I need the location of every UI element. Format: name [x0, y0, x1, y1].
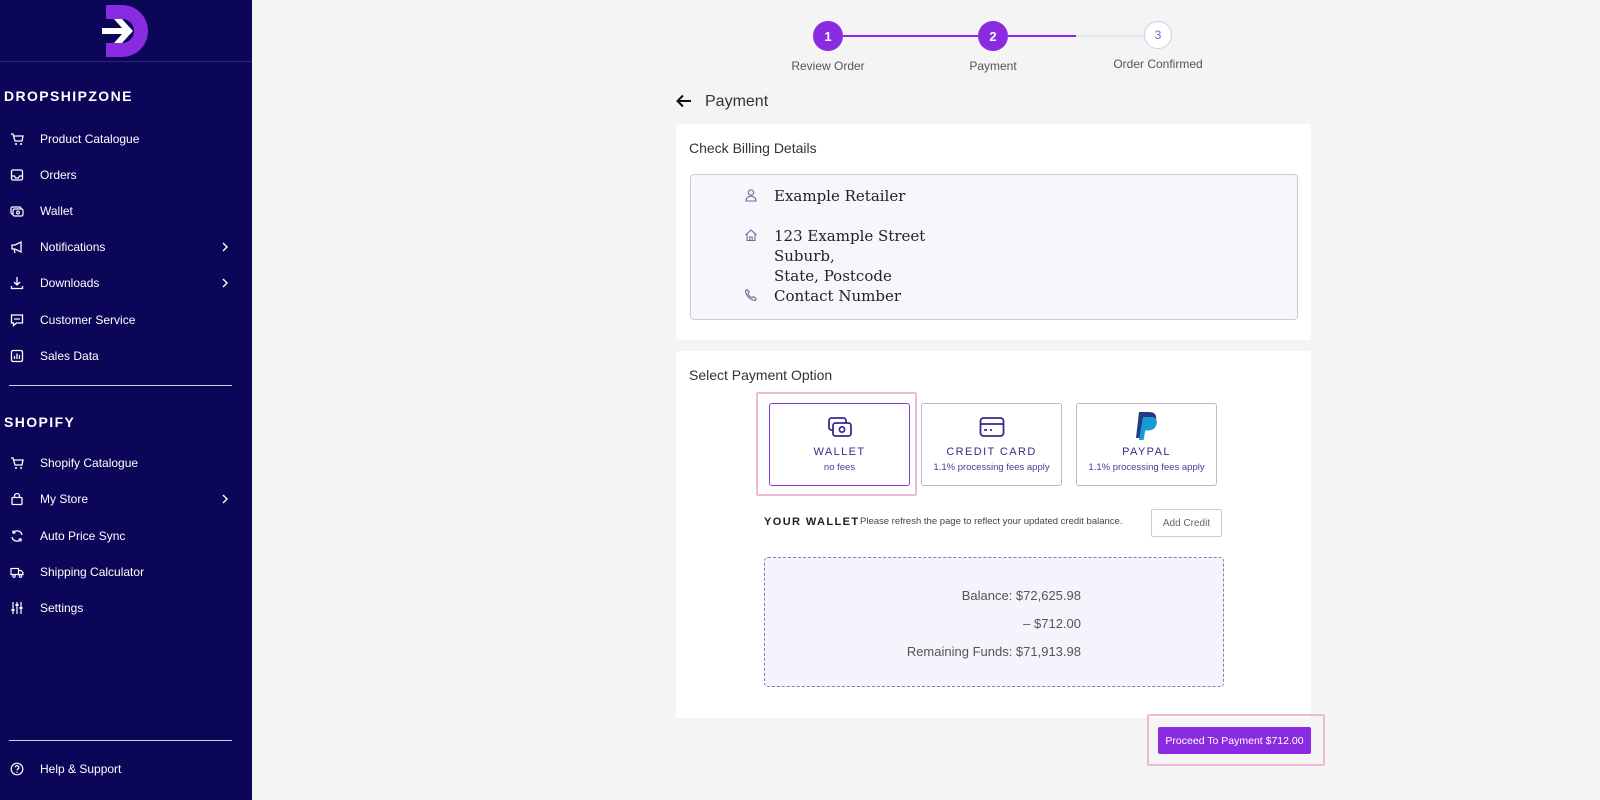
sidebar-item-label: Shopify Catalogue: [40, 456, 139, 470]
page-title: Payment: [705, 93, 769, 110]
paypal-icon: [1135, 412, 1157, 440]
sidebar-item-label: Notifications: [40, 240, 106, 254]
sidebar-item-label: Wallet: [40, 204, 73, 218]
chat-icon: [10, 314, 24, 327]
sidebar-item-label: Sales Data: [40, 349, 99, 363]
step-1-label: Review Order: [791, 59, 865, 73]
billing-address-line1: 123 Example Street: [774, 227, 926, 245]
sidebar-item-orders[interactable]: Orders: [0, 160, 252, 190]
step-3-circle: 3: [1144, 21, 1172, 49]
sidebar-item-shopify-catalogue[interactable]: Shopify Catalogue: [0, 448, 252, 478]
truck-icon: [10, 567, 24, 578]
sidebar: DROPSHIPZONE Product Catalogue Orders Wa…: [0, 0, 252, 800]
sidebar-item-shipping-calculator[interactable]: Shipping Calculator: [0, 557, 252, 587]
back-arrow-icon[interactable]: [676, 94, 692, 108]
add-credit-button[interactable]: Add Credit: [1151, 509, 1222, 537]
sidebar-item-notifications[interactable]: Notifications: [0, 232, 252, 262]
logo[interactable]: [0, 0, 252, 62]
section-title-shopify: SHOPIFY: [4, 414, 76, 430]
billing-contact: Contact Number: [774, 287, 901, 305]
step-2-label: Payment: [969, 59, 1017, 73]
billing-address-line3: State, Postcode: [774, 267, 892, 285]
billing-heading: Check Billing Details: [689, 140, 817, 156]
chevron-right-icon: [222, 278, 228, 288]
sidebar-item-downloads[interactable]: Downloads: [0, 268, 252, 298]
sidebar-item-label: Orders: [40, 168, 77, 182]
credit-card-icon: [979, 417, 1004, 437]
chevron-right-icon: [222, 242, 228, 252]
help-icon: [10, 762, 24, 776]
sidebar-item-label: Shipping Calculator: [40, 565, 145, 579]
section-title-dropshipzone: DROPSHIPZONE: [4, 88, 133, 104]
wallet-summary-box: Balance: $72,625.98 – $712.00 Remaining …: [764, 557, 1224, 687]
sidebar-item-help-support[interactable]: Help & Support: [0, 754, 252, 784]
cart-icon: [11, 457, 24, 469]
cart-icon: [11, 133, 24, 145]
option-subtext: 1.1% processing fees apply: [933, 462, 1050, 473]
sidebar-item-auto-price-sync[interactable]: Auto Price Sync: [0, 521, 252, 551]
option-subtext: no fees: [823, 462, 856, 473]
bar-chart-icon: [10, 349, 24, 363]
phone-icon: [744, 288, 757, 302]
step-2-circle: 2: [978, 21, 1008, 51]
wallet-balance: Balance: $72,625.98: [961, 588, 1081, 603]
sidebar-item-label: Auto Price Sync: [40, 529, 126, 543]
sidebar-item-label: Product Catalogue: [40, 132, 140, 146]
billing-name: Example Retailer: [774, 187, 906, 205]
step-1-circle: 1: [813, 21, 843, 51]
person-icon: [745, 189, 757, 202]
option-name: CREDIT CARD: [946, 446, 1037, 458]
step-connector-complete: [843, 35, 978, 37]
sidebar-item-label: Customer Service: [40, 313, 136, 327]
sidebar-item-label: Settings: [40, 601, 84, 615]
sliders-icon: [11, 602, 23, 614]
step-connector-progress: [1008, 35, 1076, 37]
wallet-icon: [827, 417, 852, 437]
sidebar-item-customer-service[interactable]: Customer Service: [0, 305, 252, 335]
option-name: WALLET: [813, 446, 866, 458]
wallet-deduction: – $712.00: [1023, 616, 1081, 631]
inbox-icon: [10, 169, 24, 181]
sidebar-item-label: Help & Support: [40, 762, 122, 776]
sidebar-item-my-store[interactable]: My Store: [0, 484, 252, 514]
bag-icon: [11, 492, 23, 506]
sync-icon: [11, 530, 23, 542]
chevron-right-icon: [222, 494, 228, 504]
option-subtext: 1.1% processing fees apply: [1088, 462, 1205, 473]
sidebar-item-label: Downloads: [40, 276, 100, 290]
sidebar-item-label: My Store: [40, 492, 89, 506]
home-icon: [745, 229, 757, 242]
sidebar-item-settings[interactable]: Settings: [0, 593, 252, 623]
payment-option-paypal[interactable]: PAYPAL 1.1% processing fees apply: [1076, 403, 1217, 486]
step-3-label: Order Confirmed: [1113, 57, 1203, 71]
download-icon: [10, 277, 24, 290]
sidebar-item-wallet[interactable]: Wallet: [0, 196, 252, 226]
wallet-remaining-funds: Remaining Funds: $71,913.98: [906, 644, 1081, 659]
payment-option-wallet[interactable]: WALLET no fees: [769, 403, 910, 486]
megaphone-icon: [11, 240, 22, 254]
proceed-to-payment-button[interactable]: Proceed To Payment $712.00: [1158, 727, 1311, 754]
wallet-refresh-note: Please refresh the page to reflect your …: [860, 516, 1123, 527]
wallet-icon: [10, 206, 24, 217]
step-connector-pending: [1076, 35, 1144, 37]
billing-address-line2: Suburb,: [774, 247, 835, 265]
payment-heading: Select Payment Option: [689, 367, 833, 383]
payment-option-credit-card[interactable]: CREDIT CARD 1.1% processing fees apply: [921, 403, 1062, 486]
wallet-heading: YOUR WALLET: [764, 516, 860, 528]
option-name: PAYPAL: [1122, 446, 1171, 458]
dropshipzone-logo-icon: [102, 4, 148, 57]
sidebar-item-product-catalogue[interactable]: Product Catalogue: [0, 124, 252, 154]
sidebar-item-sales-data[interactable]: Sales Data: [0, 341, 252, 371]
sidebar-divider: [9, 385, 232, 386]
sidebar-divider: [9, 740, 232, 741]
